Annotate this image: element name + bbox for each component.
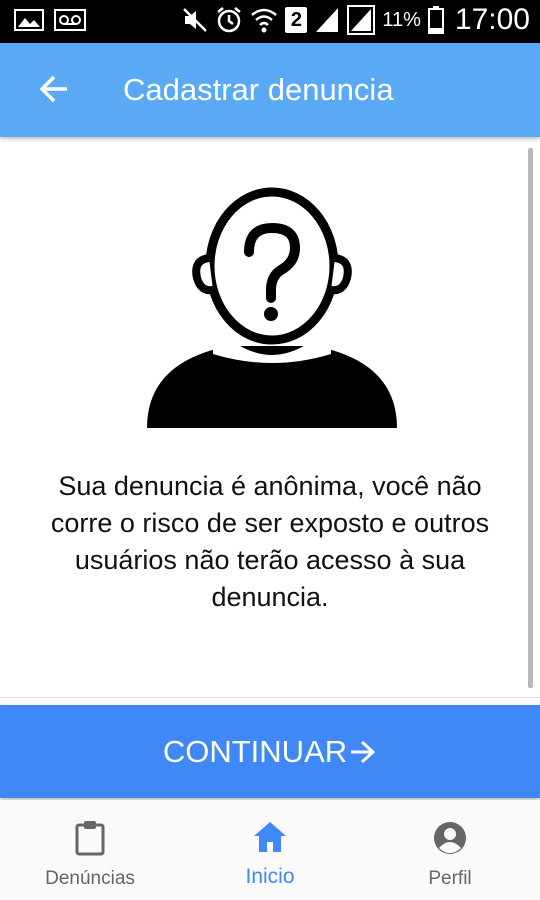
app-bar: Cadastrar denuncia bbox=[0, 43, 540, 137]
anonymous-person-icon bbox=[147, 187, 397, 428]
divider bbox=[0, 697, 540, 698]
clipboard-icon bbox=[75, 821, 105, 856]
bottom-navigation: Denúncias Inicio Perfil bbox=[0, 800, 540, 900]
continue-label: CONTINUAR bbox=[162, 733, 348, 769]
anonymity-message: Sua denuncia é anônima, você não corre o… bbox=[50, 471, 490, 612]
continue-button[interactable]: CONTINUAR bbox=[0, 705, 540, 798]
battery-percent: 11% bbox=[382, 8, 421, 31]
nav-label-inicio: Inicio bbox=[245, 865, 295, 888]
sim-2-icon: 2 bbox=[285, 7, 308, 33]
scrollbar[interactable] bbox=[528, 148, 533, 688]
signal-icon bbox=[347, 5, 376, 35]
clock: 17:00 bbox=[454, 3, 530, 36]
nav-label-perfil: Perfil bbox=[428, 868, 472, 889]
nav-item-perfil[interactable]: Perfil bbox=[360, 800, 540, 900]
status-bar: 2 11% 17:00 bbox=[0, 0, 540, 43]
back-button[interactable] bbox=[34, 69, 74, 109]
battery-icon bbox=[427, 6, 444, 34]
voicemail-icon bbox=[54, 9, 86, 31]
arrow-left-icon bbox=[39, 75, 67, 103]
home-icon bbox=[254, 822, 286, 852]
signal-icon bbox=[316, 8, 339, 32]
wifi-icon bbox=[251, 8, 278, 33]
page-title: Cadastrar denuncia bbox=[123, 72, 394, 107]
gallery-icon bbox=[14, 9, 44, 31]
nav-label-denuncias: Denúncias bbox=[45, 868, 135, 889]
account-circle-icon bbox=[434, 822, 466, 854]
alarm-icon bbox=[217, 7, 242, 33]
mute-icon bbox=[183, 8, 208, 32]
arrow-right-icon bbox=[351, 740, 376, 763]
nav-item-denuncias[interactable]: Denúncias bbox=[0, 800, 180, 900]
nav-item-inicio[interactable]: Inicio bbox=[180, 800, 360, 900]
